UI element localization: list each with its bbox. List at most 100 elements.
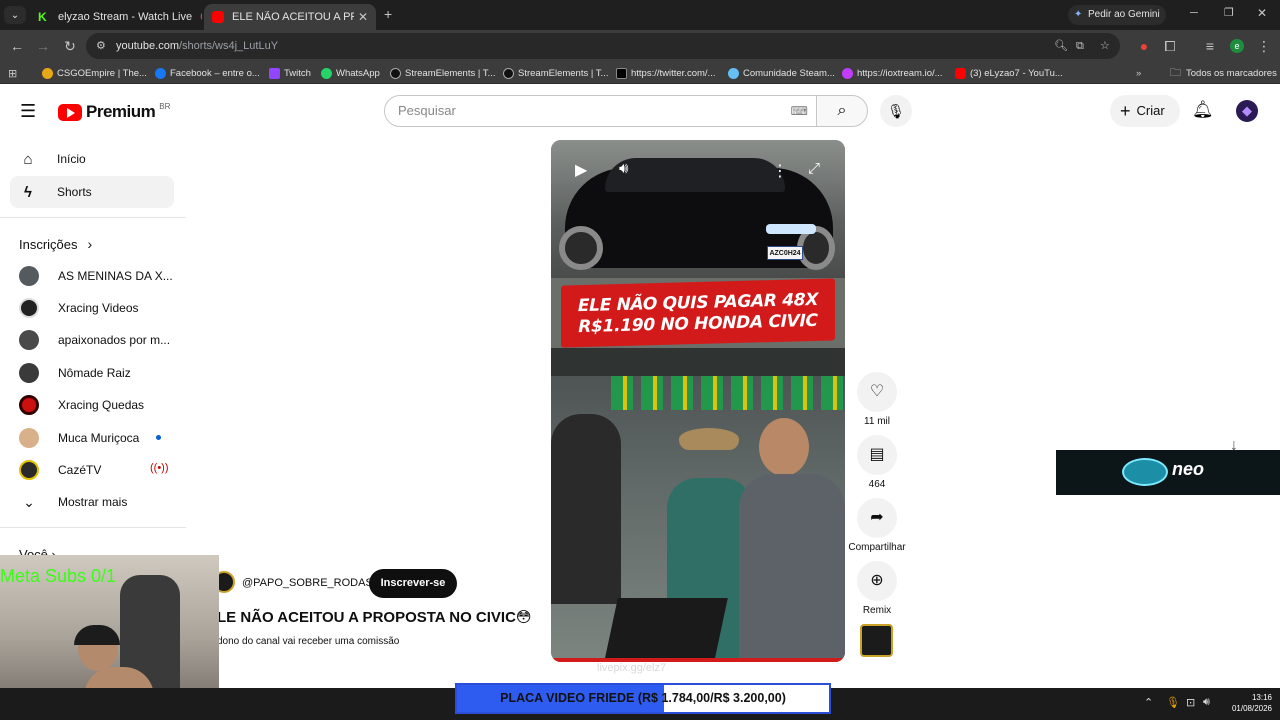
- close-tab-icon[interactable]: ✕: [358, 10, 368, 24]
- reload-icon[interactable]: ↻: [60, 30, 80, 62]
- channel-name: Muca Muriçoca: [58, 431, 140, 445]
- more-bookmarks-icon[interactable]: »: [1136, 62, 1141, 84]
- speaker-icon[interactable]: 🔊︎: [1203, 696, 1210, 709]
- youtube-premium-logo[interactable]: Premium BR: [58, 102, 170, 122]
- apps-grid-icon[interactable]: ⊞: [8, 62, 17, 84]
- bookmark-item[interactable]: https://ioxtream.io/...: [842, 62, 943, 84]
- live-icon: ((•)): [150, 462, 169, 474]
- sidebar-divider: [0, 527, 186, 528]
- microphone-tray-icon[interactable]: 🎙︎: [1166, 696, 1180, 709]
- steam-icon: [728, 67, 739, 79]
- channel-avatar: [19, 330, 39, 350]
- subscription-item[interactable]: Nômade Raiz: [19, 361, 179, 385]
- brand-text: neo: [1172, 459, 1204, 480]
- search-input[interactable]: Pesquisar ⌨: [384, 95, 817, 127]
- subscribe-button[interactable]: Inscrever-se: [369, 569, 457, 598]
- forward-arrow-icon[interactable]: →: [33, 30, 53, 62]
- sidebar-item-label: Início: [57, 152, 86, 166]
- short-description-text: dono do canal vai receber uma comissão: [217, 636, 400, 647]
- bookmark-item[interactable]: Facebook – entre o...: [155, 62, 260, 84]
- zoom-icon[interactable]: 🔍︎: [1054, 33, 1068, 59]
- tab-youtube-short[interactable]: ELE NÃO ACEITOU A PROPOSTA ✕: [204, 4, 376, 30]
- account-avatar[interactable]: ◆: [1236, 100, 1258, 122]
- bookmark-favicon-icon: [42, 67, 53, 79]
- sound-source-thumbnail[interactable]: [860, 624, 893, 657]
- subscribe-label: Inscrever-se: [380, 577, 446, 589]
- clock-date: 01/08/2026: [1231, 704, 1272, 713]
- sidebar-item-shorts[interactable]: ϟ Shorts: [10, 176, 174, 208]
- notifications-bell-icon[interactable]: 🔔︎: [1192, 100, 1214, 120]
- share-button[interactable]: ➦: [857, 498, 897, 538]
- sidebar-item-home[interactable]: ⌂ Início: [10, 143, 174, 175]
- site-info-icon[interactable]: ⚙: [96, 33, 106, 59]
- network-icon[interactable]: ⊡: [1186, 696, 1195, 709]
- bookmark-item[interactable]: https://twitter.com/...: [616, 62, 715, 84]
- tab-search-button[interactable]: ⌄: [4, 6, 26, 24]
- subscription-item[interactable]: apaixonados por m...: [19, 328, 179, 352]
- minimize-button[interactable]: ─: [1190, 7, 1198, 19]
- show-more-button[interactable]: ⌄ Mostrar mais: [19, 490, 179, 514]
- profile-avatar[interactable]: e: [1230, 39, 1244, 53]
- subscription-item[interactable]: Xracing Quedas: [19, 393, 179, 417]
- comment-count: 464: [868, 479, 886, 490]
- url-host: youtube.com: [116, 40, 179, 52]
- bookmark-star-icon[interactable]: ☆: [1100, 33, 1110, 59]
- subscription-item[interactable]: AS MENINAS DA X...: [19, 264, 179, 288]
- back-arrow-icon[interactable]: ←: [7, 30, 27, 62]
- all-bookmarks-folder[interactable]: 🗀 Todos os marcadores: [1170, 62, 1277, 84]
- bookmark-item[interactable]: CSGOEmpire | The...: [42, 62, 147, 84]
- media-control-icon[interactable]: ≡: [1200, 30, 1220, 62]
- person-left: [551, 414, 621, 604]
- restore-button[interactable]: ❐: [1224, 6, 1234, 19]
- menu-kebab-icon[interactable]: ⋮: [1254, 30, 1274, 62]
- share-label: Compartilhar: [848, 542, 906, 553]
- remix-button[interactable]: ⊕: [857, 561, 897, 601]
- fullscreen-icon[interactable]: ⤢: [808, 160, 820, 177]
- tray-chevron-icon[interactable]: ⌃: [1144, 696, 1153, 709]
- bookmark-item[interactable]: Comunidade Steam...: [728, 62, 835, 84]
- channel-handle[interactable]: @PAPO_SOBRE_RODAS: [242, 577, 373, 589]
- close-window-button[interactable]: ✕: [1257, 6, 1267, 20]
- gemini-button[interactable]: ✦ Pedir ao Gemini: [1068, 5, 1166, 25]
- extensions-puzzle-icon[interactable]: ⧠: [1160, 30, 1180, 62]
- create-button[interactable]: + Criar: [1110, 95, 1180, 127]
- person-right: [739, 474, 845, 662]
- bookmark-item[interactable]: StreamElements | T...: [503, 62, 608, 84]
- plus-icon: +: [1120, 101, 1131, 121]
- bookmark-label: https://ioxtream.io/...: [857, 67, 943, 79]
- bookmark-item[interactable]: WhatsApp: [321, 62, 380, 84]
- search-button[interactable]: ⌕: [816, 95, 868, 127]
- subscription-item[interactable]: Xracing Videos: [19, 296, 179, 320]
- goal-text-value: PLACA VIDEO FRIEDE (R$ 1.784,00/R$ 3.200…: [500, 691, 786, 705]
- bookmark-label: (3) eLyzao7 - YouTu...: [970, 67, 1063, 79]
- address-bar[interactable]: ⚙ youtube.com/shorts/ws4j_LutLuY 🔍︎ ⧉ ☆: [86, 33, 1120, 59]
- like-button[interactable]: ♡: [857, 372, 897, 412]
- tab-kick-stream[interactable]: K elyzao Stream - Watch Live 🔇 ✕: [30, 4, 202, 30]
- keyboard-icon[interactable]: ⌨: [791, 96, 808, 126]
- guide-menu-icon[interactable]: ☰: [20, 101, 36, 122]
- livepix-watermark: livepix.gg/elz7: [597, 662, 666, 674]
- channel-avatar: [19, 428, 39, 448]
- more-options-icon[interactable]: ⋮: [772, 161, 788, 181]
- video-progress-bar[interactable]: [551, 658, 845, 662]
- like-count: 11 mil: [864, 416, 890, 427]
- new-tab-button[interactable]: +: [384, 6, 392, 22]
- install-app-icon[interactable]: ⧉: [1076, 33, 1084, 59]
- voice-search-button[interactable]: 🎙︎: [880, 95, 912, 127]
- short-title-text: LE NÃO ACEITOU A PROPOSTA NO CIVIC😳: [217, 609, 532, 626]
- extension-red-icon[interactable]: ●: [1134, 30, 1154, 62]
- subscription-item[interactable]: Muca Muriçoca: [19, 426, 179, 450]
- volume-icon[interactable]: 🔊︎: [619, 160, 628, 177]
- bookmark-item[interactable]: StreamElements | T...: [390, 62, 495, 84]
- folder-icon: 🗀: [1170, 66, 1181, 79]
- comments-button[interactable]: ▤: [857, 435, 897, 475]
- play-icon[interactable]: ▶: [575, 160, 587, 180]
- bookmark-item[interactable]: (3) eLyzao7 - YouTu...: [955, 62, 1063, 84]
- mute-icon[interactable]: 🔇: [200, 12, 202, 23]
- bookmark-item[interactable]: Twitch: [269, 62, 311, 84]
- subscriptions-header[interactable]: Inscrições ›: [19, 236, 92, 252]
- subscription-item[interactable]: CazéTV ((•)): [19, 458, 179, 482]
- short-video-player[interactable]: AZC0H24 ▶ 🔊︎ ⋮ ⤢ ELE NÃO QUIS PAGAR 48X …: [551, 140, 845, 662]
- search-placeholder: Pesquisar: [398, 103, 456, 118]
- taskbar-clock[interactable]: 13:16 01/08/2026: [1224, 692, 1272, 714]
